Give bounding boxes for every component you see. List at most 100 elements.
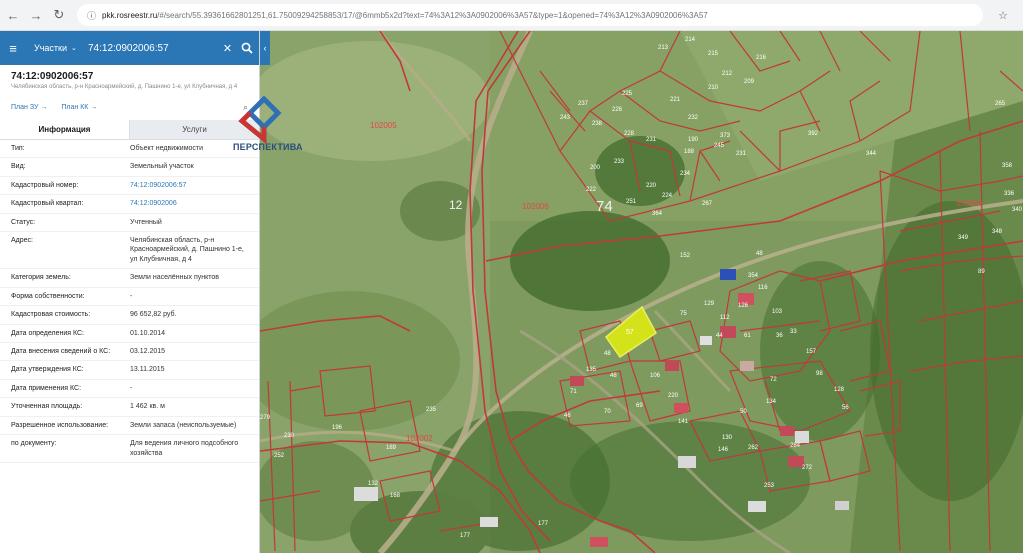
parcel-number-label: 70 [604, 409, 611, 415]
parcel-number-label: 106 [650, 373, 661, 379]
parcel-number-label: 267 [702, 201, 713, 207]
parcel-number-label: 210 [708, 85, 719, 91]
parcel-number-label: 135 [586, 367, 597, 373]
browser-toolbar: ← → ↻ ⓘ pkk.rosreestr.ru/#/search/55.393… [0, 0, 1023, 31]
back-arrow-icon[interactable]: ← [3, 5, 23, 25]
parcel-number-label: 134 [766, 399, 777, 405]
clear-icon[interactable]: ✕ [220, 42, 235, 55]
watermark-text: ПЕРСПЕКТИВА [233, 142, 303, 152]
parcel-number-label: 48 [610, 373, 617, 379]
parcel-number-label: 238 [592, 121, 603, 127]
parcel-number-label: 349 [958, 235, 969, 241]
attribute-key: Адрес: [11, 236, 33, 244]
parcel-number-label: 272 [802, 465, 813, 471]
plan-kk-link[interactable]: План КК → [61, 104, 97, 111]
parcel-number-label: 245 [714, 143, 725, 149]
attribute-value: Для ведения личного подсобного хозяйства [130, 440, 239, 457]
parcel-number-label: 214 [685, 37, 696, 43]
address-bar[interactable]: ⓘ pkk.rosreestr.ru/#/search/55.393616628… [77, 4, 983, 26]
info-icon[interactable]: ⓘ [87, 9, 96, 22]
object-address: Челябинская область, р-н Красноармейский… [11, 84, 238, 90]
menu-icon[interactable]: ≡ [0, 41, 26, 56]
attribute-key: Статус: [11, 218, 36, 226]
attribute-key: Дата утверждения КС: [11, 366, 84, 374]
attribute-row: Категория земель: Земли населённых пункто… [0, 269, 259, 288]
attribute-key: Кадастровый номер: [11, 181, 79, 189]
attribute-key: Вид: [11, 163, 26, 171]
attribute-value: 1 462 кв. м [130, 403, 165, 411]
parcel-number-label: 116 [758, 285, 768, 291]
parcel-number-label: 213 [658, 45, 669, 51]
attribute-value: Земли запаса (неиспользуемые) [130, 421, 237, 429]
object-title: 74:12:0902006:57 [11, 71, 94, 82]
parcel-number-label: 284 [790, 443, 801, 449]
plan-links: План ЗУ → План КК → ⌕ [0, 92, 259, 116]
search-input[interactable] [76, 42, 220, 54]
parcel-number-label: 212 [722, 71, 733, 77]
parcel-number-label: 340 [1012, 207, 1023, 213]
object-type-label: Участки [34, 43, 67, 53]
star-icon[interactable]: ☆ [998, 9, 1008, 22]
forward-arrow-icon[interactable]: → [26, 5, 46, 25]
parcel-number-label: 33 [790, 329, 797, 335]
parcel-number-label: 61 [744, 333, 751, 339]
parcel-number-label: 189 [386, 445, 397, 451]
attribute-value[interactable]: 74:12:0902006:57 [119, 176, 259, 194]
attribute-key: Дата применения КС: [11, 384, 82, 392]
attribute-row: Уточненная площадь: 1 462 кв. м [0, 398, 259, 417]
attribute-row: Разрешенное использование: Земли запаса (… [0, 416, 259, 435]
reload-icon[interactable]: ↻ [49, 5, 69, 25]
parcel-number-label: 344 [866, 151, 877, 157]
parcel-number-label: 112 [720, 315, 730, 321]
parcel-number-label: 220 [668, 393, 679, 399]
parcel-number-label: 364 [652, 211, 663, 217]
attribute-value[interactable]: 74:12:0902006 [119, 195, 259, 213]
attribute-value: Учтенный [130, 218, 162, 226]
parcel-number-label: 228 [624, 131, 635, 137]
attribute-value: 01.10.2014 [130, 329, 166, 337]
attribute-row: Дата внесения сведений о КС: 03.12.2015 [0, 343, 259, 361]
attribute-value: 13.11.2015 [130, 366, 165, 374]
parcel-number-label: 237 [578, 101, 589, 107]
attribute-key: Дата определения КС: [11, 329, 84, 337]
tab-information[interactable]: Информация [0, 119, 130, 139]
collapse-panel-chevron-icon[interactable]: ‹ [260, 31, 270, 65]
attribute-value: 96 652,82 руб. [130, 311, 177, 319]
info-tabs: Информация Услуги [0, 119, 259, 140]
attribute-value: 03.12.2015 [130, 348, 166, 356]
parcel-number-label: 216 [756, 55, 767, 61]
parcel-number-label: 222 [586, 187, 597, 193]
parcel-number-label: 130 [722, 435, 733, 441]
parcel-number-label: 98 [816, 371, 823, 377]
parcel-number-label: 265 [995, 101, 1006, 107]
parcel-number-label: 75 [680, 311, 687, 317]
parcel-number-label: 56 [842, 405, 849, 411]
attribute-row: Дата утверждения КС: 13.11.2015 [0, 361, 259, 380]
map-big-number: 74 [596, 198, 613, 215]
parcel-number-label: 235 [426, 407, 437, 413]
parcel-number-label: 253 [764, 483, 775, 489]
parcel-number-label: 279 [260, 415, 271, 421]
attribute-row: Тип: Объект недвижимости [0, 140, 259, 158]
house-roof-blue [720, 269, 736, 280]
quarter-label: 102005 [370, 121, 397, 130]
parcel-number-label: 226 [612, 107, 623, 113]
parcel-number-label: 354 [748, 273, 759, 279]
attributes-table: Тип: Объект недвижимости Вид: Земельный уча… [0, 140, 259, 463]
plan-zu-link[interactable]: План ЗУ → [11, 104, 47, 111]
selected-parcel-label: 57 [626, 329, 634, 336]
search-icon[interactable] [235, 42, 259, 54]
object-type-select[interactable]: Участки ⌄ [26, 43, 77, 53]
parcel-number-label: 231 [646, 137, 657, 143]
parcel-number-label: 69 [636, 403, 643, 409]
parcel-number-label: 157 [806, 349, 817, 355]
parcel-number-label: 128 [834, 387, 845, 393]
quarter-label: 102002 [406, 434, 433, 443]
parcel-number-label: 348 [992, 229, 1003, 235]
attribute-row: Адрес: Челябинская область, р-н Красноарм… [0, 231, 259, 269]
attribute-key: Категория земель: [11, 274, 71, 282]
attribute-row: Статус: Учтенный [0, 213, 259, 232]
satellite-map[interactable]: 57 102005 102006 102006 102002 12 74 214… [260, 31, 1023, 553]
parcel-number-label: 392 [808, 131, 819, 137]
url-host: pkk.rosreestr.ru [102, 10, 158, 20]
